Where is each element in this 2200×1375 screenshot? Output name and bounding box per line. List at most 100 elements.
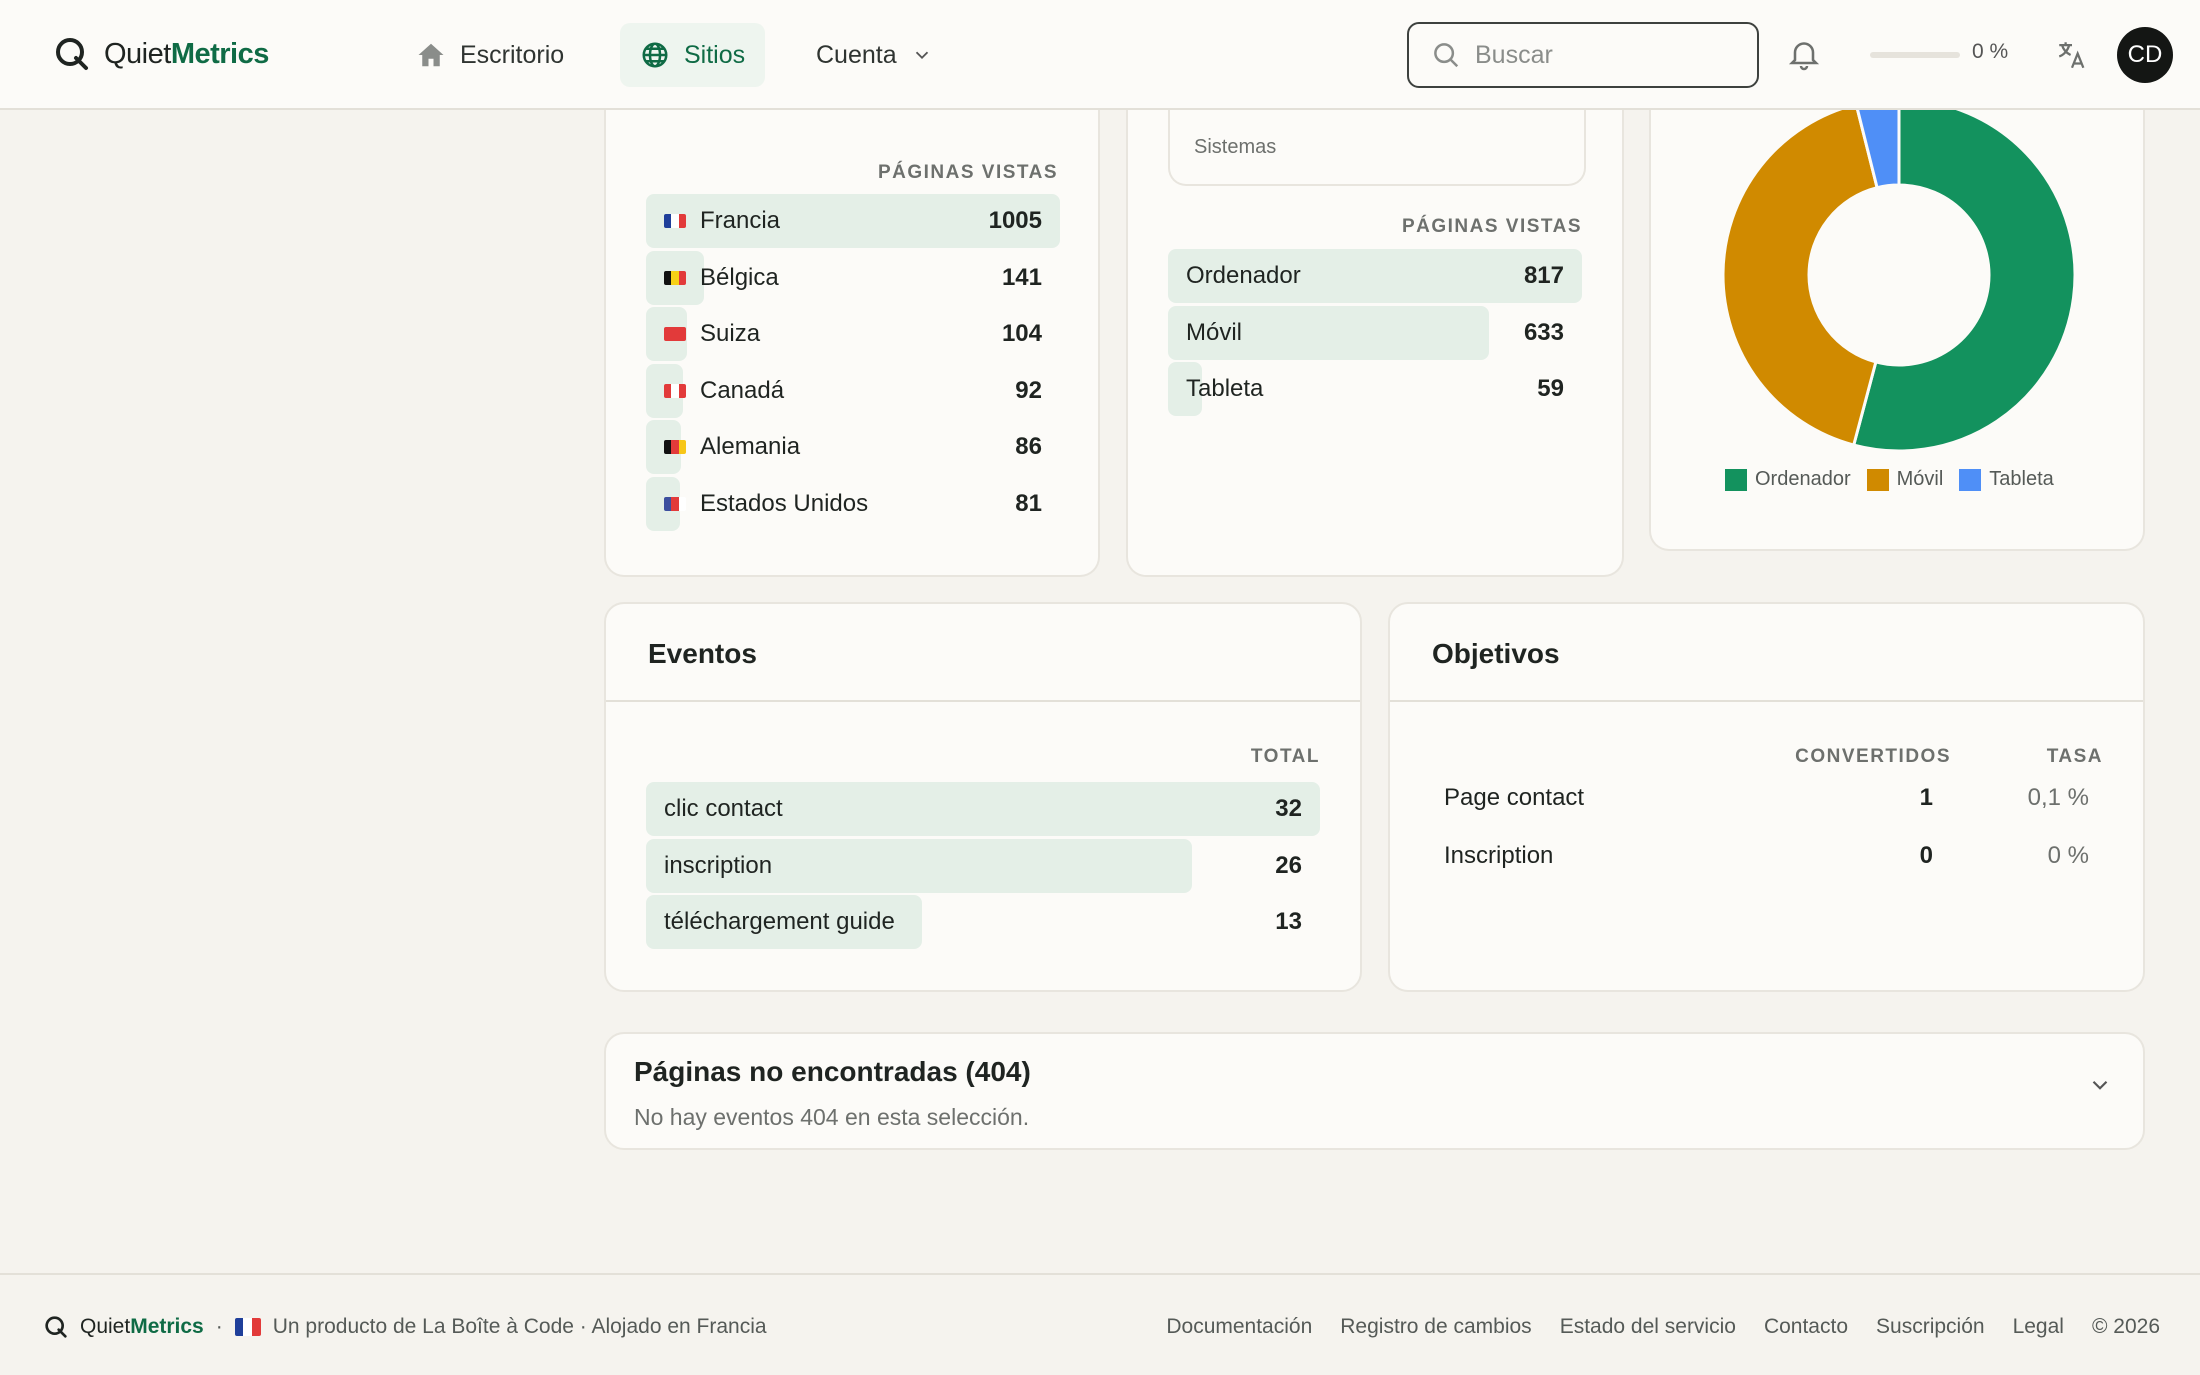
usa-flag-icon (664, 496, 686, 511)
chart-legend: Ordenador Móvil Tableta (1725, 468, 2054, 491)
country-label-text: Estados Unidos (700, 489, 869, 517)
footer-separator: · (215, 1315, 223, 1338)
goals-title: Objetivos (1432, 638, 1560, 669)
footer-link[interactable]: Contacto (1764, 1315, 1848, 1339)
footer-brand-name[interactable]: QuietMetrics (80, 1315, 204, 1339)
footer-link[interactable]: Estado del servicio (1560, 1315, 1736, 1339)
event-row[interactable]: clic contact 32 (646, 782, 1320, 836)
footer-link[interactable]: Suscripción (1876, 1315, 1985, 1339)
event-row[interactable]: téléchargement guide 13 (646, 895, 1320, 949)
country-label: Estados Unidos (646, 490, 868, 518)
device-label-text: Ordenador (1186, 262, 1301, 289)
footer-brand-area: QuietMetrics · Un producto de La Boîte à… (44, 1315, 767, 1339)
devices-chart-card: Ordenador Móvil Tableta (1649, 80, 2145, 551)
device-value: 633 (1523, 318, 1564, 346)
event-value: 13 (1275, 908, 1302, 935)
device-row[interactable]: Ordenador 817 (1168, 249, 1582, 303)
device-row[interactable]: Móvil 633 (1168, 305, 1582, 360)
not-found-title: Páginas no encontradas (404) (634, 1056, 1031, 1087)
goals-card: Objetivos CONVERTIDOS TASA Page contact 1… (1388, 602, 2145, 992)
country-label: Alemania (646, 433, 800, 461)
legend-item[interactable]: Ordenador (1725, 468, 1851, 491)
notifications-button[interactable] (1786, 36, 1822, 77)
usage-progress-text: 0 % (1972, 40, 2009, 63)
quietmetrics-logo-icon (45, 1316, 67, 1338)
canada-flag-icon (664, 383, 686, 398)
footer-link[interactable]: Documentación (1166, 1315, 1312, 1339)
country-row[interactable]: Bélgica 141 (646, 250, 1060, 305)
device-label: Tableta (1168, 375, 1263, 403)
goal-row[interactable]: Page contact 1 0,1 % (1390, 784, 2143, 824)
event-label-text: téléchargement guide (664, 908, 895, 935)
footer: QuietMetrics · Un producto de La Boîte à… (0, 1273, 2200, 1375)
devices-card: Sistemas PÁGINAS VISTAS Ordenador 817 Móvi… (1126, 80, 1624, 577)
device-row[interactable]: Tableta 59 (1168, 362, 1582, 416)
events-column-header: TOTAL (1250, 746, 1320, 767)
device-label: Móvil (1168, 319, 1242, 347)
country-label-text: Alemania (700, 433, 801, 460)
brand-name: QuietMetrics (104, 37, 269, 70)
chevron-down-icon[interactable] (2087, 1072, 2113, 1098)
country-row[interactable]: Francia 1005 (646, 194, 1060, 248)
user-avatar[interactable]: CD (2117, 27, 2173, 83)
legend-swatch (1959, 468, 1982, 491)
countries-card: PÁGINAS VISTAS Francia 1005 Bélgica 141 Suiz… (604, 80, 1100, 577)
country-row[interactable]: Suiza 104 (646, 307, 1060, 361)
device-value: 59 (1537, 375, 1564, 402)
legend-swatch (1725, 468, 1747, 491)
event-label-text: clic contact (664, 795, 783, 822)
search-input[interactable] (1475, 40, 1745, 70)
device-value: 817 (1523, 262, 1564, 289)
not-found-card[interactable]: Páginas no encontradas (404) No hay even… (604, 1032, 2145, 1150)
belgium-flag-icon (664, 270, 686, 285)
nav-dashboard-label: Escritorio (460, 40, 565, 69)
events-divider (606, 700, 1360, 702)
footer-link[interactable]: Legal (2013, 1315, 2064, 1339)
avatar-initials: CD (2127, 41, 2163, 68)
event-row[interactable]: inscription 26 (646, 838, 1320, 893)
country-label-text: Bélgica (700, 263, 779, 291)
event-label: inscription (646, 852, 772, 880)
footer-copyright: © 2026 (2091, 1315, 2160, 1338)
country-label-text: Francia (700, 207, 781, 234)
switzerland-flag-icon (664, 327, 686, 341)
globe-icon (642, 42, 668, 68)
device-label: Ordenador (1168, 262, 1301, 290)
goal-label: Inscription (1444, 842, 1554, 869)
nav-sites-label: Sitios (684, 40, 746, 69)
footer-tagline: Un producto de La Boîte à Code · Alojado… (272, 1315, 767, 1338)
goal-rate: 0 % (2047, 842, 2089, 869)
tab-systems[interactable]: Sistemas (1194, 136, 1276, 159)
legend-item[interactable]: Móvil (1866, 468, 1943, 491)
device-label-text: Tableta (1186, 375, 1264, 402)
nav-dashboard[interactable]: Escritorio (396, 23, 584, 87)
quietmetrics-logo-icon (56, 38, 88, 70)
goal-rate: 0,1 % (2027, 784, 2089, 811)
country-value: 141 (1001, 263, 1042, 291)
country-row[interactable]: Canadá 92 (646, 363, 1060, 418)
nav-sites[interactable]: Sitios (620, 23, 766, 87)
devices-donut-chart (1721, 97, 2077, 453)
events-title: Eventos (648, 638, 757, 669)
top-navigation-bar: QuietMetrics Escritorio Sitios Cuenta 0 … (0, 0, 2200, 110)
country-label: Suiza (646, 320, 760, 348)
footer-link[interactable]: Registro de cambios (1340, 1315, 1531, 1339)
country-value: 81 (1015, 489, 1042, 517)
event-value: 26 (1275, 851, 1302, 879)
legend-label: Tableta (1989, 468, 2054, 490)
legend-item[interactable]: Tableta (1959, 468, 2054, 491)
not-found-message: No hay eventos 404 en esta selección. (634, 1104, 1030, 1130)
goal-converted: 0 (1919, 842, 1933, 869)
goal-label: Page contact (1444, 784, 1585, 811)
goals-divider (1390, 700, 2143, 702)
country-label: Canadá (646, 377, 784, 405)
nav-account[interactable]: Cuenta (796, 23, 953, 87)
search-box[interactable] (1407, 22, 1759, 88)
language-button[interactable] (2055, 38, 2089, 77)
donut-slice-móvil[interactable] (1721, 102, 1879, 447)
brand-logo[interactable]: QuietMetrics (54, 36, 269, 72)
country-row[interactable]: Estados Unidos 81 (646, 476, 1060, 531)
country-row[interactable]: Alemania 86 (646, 420, 1060, 474)
goal-row[interactable]: Inscription 0 0 % (1390, 842, 2143, 882)
country-value: 1005 (988, 207, 1042, 234)
